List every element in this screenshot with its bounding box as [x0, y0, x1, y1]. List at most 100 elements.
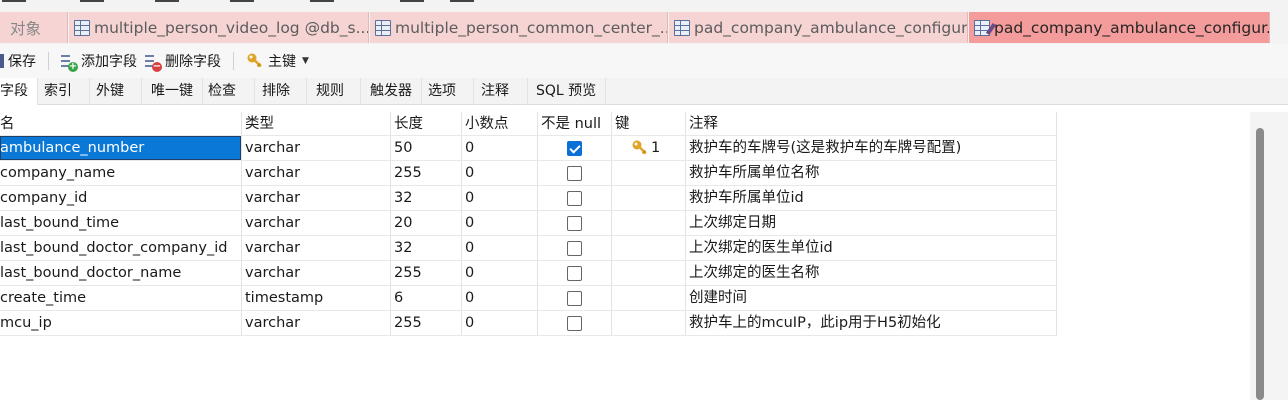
field-name-cell[interactable]: company_id — [0, 186, 242, 210]
field-type-cell[interactable]: varchar — [242, 136, 391, 160]
tab-pad-company-ambulance-config[interactable]: pad_company_ambulance_configur... — [669, 12, 968, 43]
not-null-checkbox[interactable] — [567, 216, 582, 231]
field-name-cell[interactable]: company_name — [0, 161, 242, 185]
not-null-checkbox[interactable] — [567, 241, 582, 256]
tab-pad-company-ambulance-config-design[interactable]: pad_company_ambulance_configur... — [969, 12, 1270, 43]
not-null-checkbox[interactable] — [567, 316, 582, 331]
field-not-null-cell — [538, 311, 612, 335]
tab-multiple-person-common-center[interactable]: multiple_person_common_center_... — [370, 12, 668, 43]
field-type-cell[interactable]: varchar — [242, 161, 391, 185]
field-decimal-cell[interactable]: 0 — [462, 161, 538, 185]
field-comment-cell[interactable]: 救护车上的mcuIP，此ip用于H5初始化 — [686, 311, 1057, 335]
subtab-label: 触发器 — [370, 83, 412, 99]
not-null-checkbox[interactable] — [567, 166, 582, 181]
not-null-checkbox[interactable] — [567, 191, 582, 206]
table-row[interactable]: ambulance_number varchar 50 0 1 救护车的车牌号(这是救护车… — [0, 136, 1057, 161]
field-decimal-cell[interactable]: 0 — [462, 286, 538, 310]
field-key-cell[interactable]: 1 — [612, 136, 686, 160]
delete-field-button[interactable]: 删除字段 — [141, 48, 225, 74]
table-designer-window: 对象 multiple_person_video_log @db_s... mu… — [0, 0, 1288, 400]
field-comment-cell[interactable]: 救护车所属单位id — [686, 186, 1057, 210]
field-key-cell[interactable] — [612, 161, 686, 185]
field-name-cell[interactable]: create_time — [0, 286, 242, 310]
field-decimal-cell[interactable]: 0 — [462, 211, 538, 235]
subtab-excludes[interactable]: 排除 — [255, 78, 307, 105]
field-decimal-cell[interactable]: 0 — [462, 311, 538, 335]
subtab-rules[interactable]: 规则 — [307, 78, 361, 105]
table-row[interactable]: last_bound_doctor_company_id varchar 32 0 上次… — [0, 236, 1057, 261]
field-name-cell[interactable]: ambulance_number — [0, 136, 242, 160]
field-comment-cell[interactable]: 上次绑定的医生单位id — [686, 236, 1057, 260]
save-button[interactable]: 保存 — [0, 48, 40, 74]
field-key-cell[interactable] — [612, 311, 686, 335]
subtab-options[interactable]: 选项 — [422, 78, 474, 105]
column-header-type[interactable]: 类型 — [242, 112, 391, 135]
tab-multiple-person-video-log[interactable]: multiple_person_video_log @db_s... — [69, 12, 369, 43]
field-name-cell[interactable]: mcu_ip — [0, 311, 242, 335]
not-null-checkbox[interactable] — [567, 141, 582, 156]
subtab-checks[interactable]: 检查 — [203, 78, 255, 105]
field-comment-cell[interactable]: 救护车的车牌号(这是救护车的车牌号配置) — [686, 136, 1057, 160]
field-type-cell[interactable]: varchar — [242, 261, 391, 285]
tab-objects[interactable]: 对象 — [0, 12, 68, 43]
tab-label: multiple_person_video_log @db_s... — [94, 18, 368, 37]
subtab-sql-preview[interactable]: SQL 预览 — [528, 78, 606, 105]
not-null-checkbox[interactable] — [567, 291, 582, 306]
field-decimal-cell[interactable]: 0 — [462, 136, 538, 160]
table-row[interactable]: last_bound_time varchar 20 0 上次绑定日期 — [0, 211, 1057, 236]
not-null-checkbox[interactable] — [567, 266, 582, 281]
field-key-cell[interactable] — [612, 186, 686, 210]
subtab-triggers[interactable]: 触发器 — [361, 78, 422, 105]
table-row[interactable]: company_id varchar 32 0 救护车所属单位id — [0, 186, 1057, 211]
field-comment-cell[interactable]: 救护车所属单位名称 — [686, 161, 1057, 185]
subtab-foreign-keys[interactable]: 外键 — [90, 78, 142, 105]
key-indicator: 1 — [615, 136, 685, 160]
field-length-cell[interactable]: 32 — [391, 186, 462, 210]
field-type-cell[interactable]: varchar — [242, 186, 391, 210]
field-length-cell[interactable]: 255 — [391, 261, 462, 285]
column-header-key[interactable]: 键 — [612, 112, 686, 135]
field-comment-cell[interactable]: 上次绑定日期 — [686, 211, 1057, 235]
field-length-cell[interactable]: 50 — [391, 136, 462, 160]
field-type-cell[interactable]: varchar — [242, 311, 391, 335]
table-row[interactable]: mcu_ip varchar 255 0 救护车上的mcuIP，此ip用于H5初始化 — [0, 311, 1057, 336]
field-not-null-cell — [538, 186, 612, 210]
field-name-cell[interactable]: last_bound_doctor_company_id — [0, 236, 242, 260]
field-length-cell[interactable]: 255 — [391, 161, 462, 185]
field-key-cell[interactable] — [612, 211, 686, 235]
column-header-comment[interactable]: 注释 — [686, 112, 1057, 135]
field-length-cell[interactable]: 6 — [391, 286, 462, 310]
primary-key-button[interactable]: 主键 ▼ — [242, 48, 313, 74]
subtab-indexes[interactable]: 索引 — [38, 78, 90, 105]
add-field-button[interactable]: 添加字段 — [57, 48, 141, 74]
subtab-unique-keys[interactable]: 唯一键 — [142, 78, 203, 105]
column-header-length[interactable]: 长度 — [391, 112, 462, 135]
field-decimal-cell[interactable]: 0 — [462, 261, 538, 285]
column-header-decimal[interactable]: 小数点 — [462, 112, 538, 135]
field-name-cell[interactable]: last_bound_time — [0, 211, 242, 235]
table-row[interactable]: company_name varchar 255 0 救护车所属单位名称 — [0, 161, 1057, 186]
field-type-cell[interactable]: timestamp — [242, 286, 391, 310]
vertical-scrollbar-thumb[interactable] — [1256, 128, 1264, 400]
field-key-cell[interactable] — [612, 236, 686, 260]
field-length-cell[interactable]: 32 — [391, 236, 462, 260]
field-type-cell[interactable]: varchar — [242, 211, 391, 235]
column-header-not-null[interactable]: 不是 null — [538, 112, 612, 135]
field-length-cell[interactable]: 20 — [391, 211, 462, 235]
column-header-name[interactable]: 名 — [0, 112, 242, 135]
subtab-fields[interactable]: 字段 — [0, 78, 38, 105]
field-length-cell[interactable]: 255 — [391, 311, 462, 335]
field-comment-cell[interactable]: 上次绑定的医生名称 — [686, 261, 1057, 285]
field-key-cell[interactable] — [612, 286, 686, 310]
field-decimal-cell[interactable]: 0 — [462, 186, 538, 210]
field-key-cell[interactable] — [612, 261, 686, 285]
table-row[interactable]: create_time timestamp 6 0 创建时间 — [0, 286, 1057, 311]
field-type-cell[interactable]: varchar — [242, 236, 391, 260]
table-row[interactable]: last_bound_doctor_name varchar 255 0 上次绑定的医生… — [0, 261, 1057, 286]
field-comment-cell[interactable]: 创建时间 — [686, 286, 1057, 310]
field-not-null-cell — [538, 211, 612, 235]
subtab-comments[interactable]: 注释 — [474, 78, 528, 105]
field-name-cell[interactable]: last_bound_doctor_name — [0, 261, 242, 285]
add-field-icon — [61, 53, 78, 72]
field-decimal-cell[interactable]: 0 — [462, 236, 538, 260]
